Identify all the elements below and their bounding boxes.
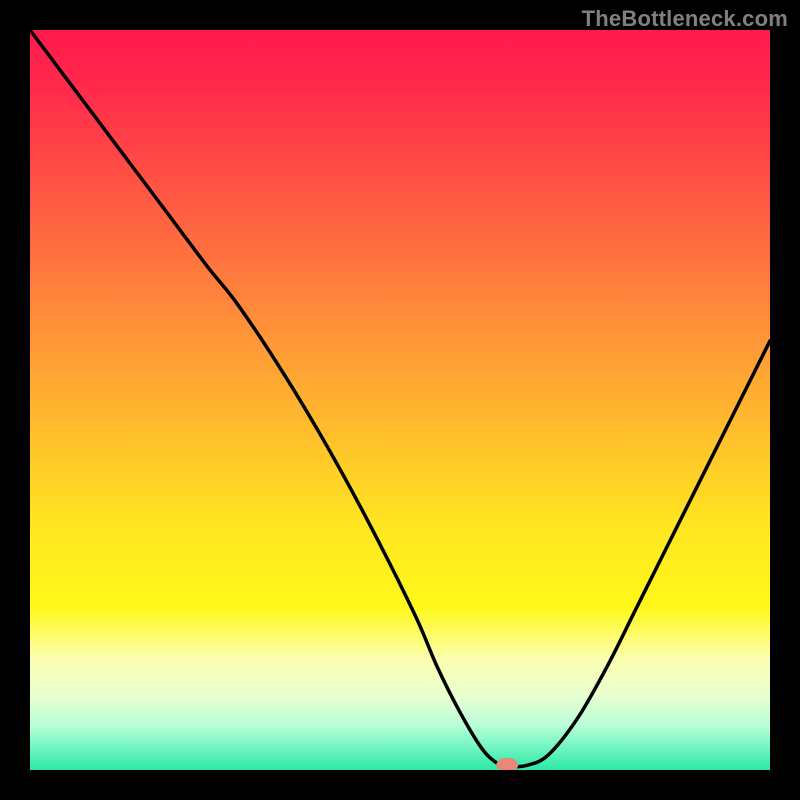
chart-container: TheBottleneck.com <box>0 0 800 800</box>
curve-svg <box>30 30 770 770</box>
minimum-marker <box>496 758 518 770</box>
watermark-text: TheBottleneck.com <box>582 6 788 32</box>
plot-area <box>30 30 770 770</box>
bottleneck-curve <box>30 30 770 767</box>
